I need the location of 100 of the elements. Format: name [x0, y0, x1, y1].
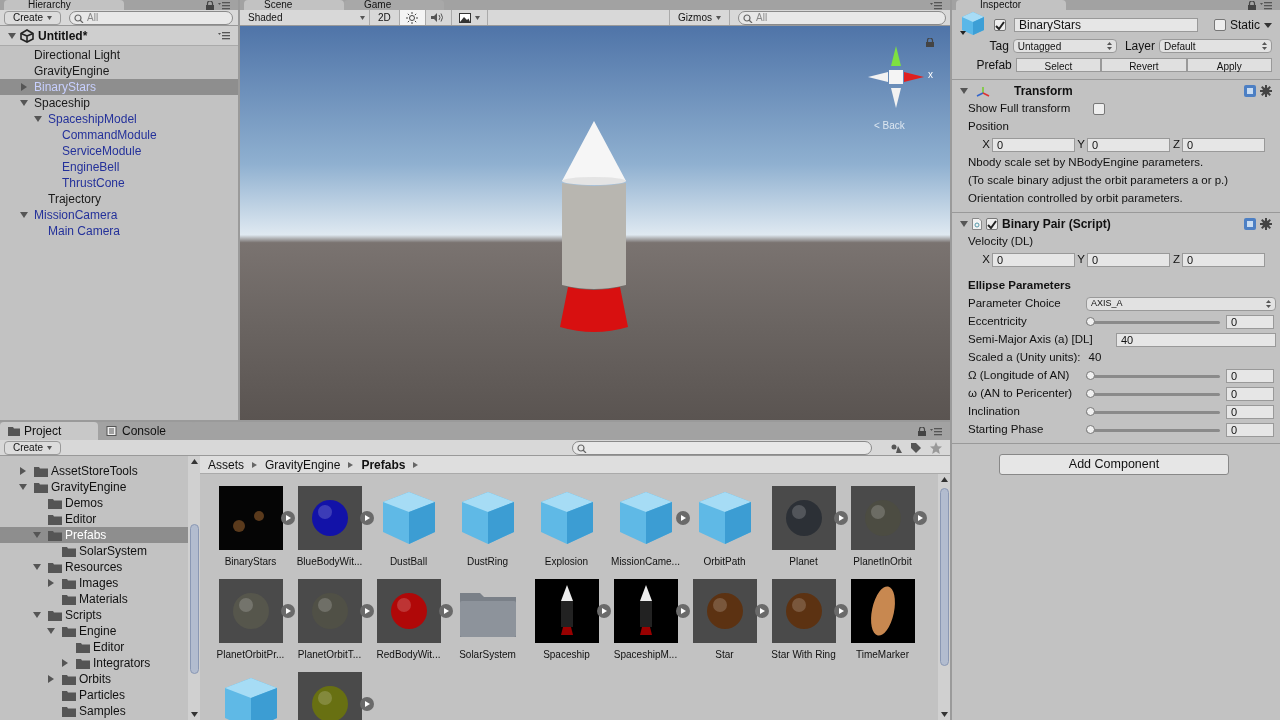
expand-arrow-icon[interactable] — [19, 467, 27, 475]
folder-item[interactable]: SolarSystem — [0, 543, 188, 559]
static-checkbox[interactable] — [1214, 19, 1226, 31]
scroll-up-icon[interactable] — [190, 459, 198, 464]
folder-item[interactable]: Integrators — [0, 655, 188, 671]
asset-thumbnail[interactable] — [297, 486, 362, 550]
scroll-down-icon[interactable] — [190, 712, 198, 717]
menu-icon[interactable] — [218, 31, 230, 40]
lock-icon[interactable] — [1248, 1, 1256, 10]
slider-thumb[interactable] — [1086, 424, 1095, 434]
menu-icon[interactable] — [1260, 1, 1272, 10]
panel-tab[interactable]: Project — [0, 422, 98, 440]
menu-icon[interactable] — [930, 2, 942, 10]
lock-icon[interactable] — [918, 427, 926, 436]
collapse-arrow-icon[interactable] — [960, 87, 968, 95]
search-field[interactable]: All — [69, 10, 233, 25]
folder-item[interactable]: GravityEngine — [0, 479, 188, 495]
hierarchy-item[interactable]: Trajectory — [0, 191, 238, 207]
number-field[interactable]: 0 — [1226, 423, 1274, 437]
object-name-field[interactable]: BinaryStars — [1014, 18, 1198, 32]
menu-icon[interactable] — [930, 427, 942, 436]
add-component-button[interactable]: Add Component — [999, 454, 1229, 475]
hierarchy-item[interactable]: SpaceshipModel — [0, 111, 238, 127]
create-button[interactable]: Create — [4, 10, 61, 25]
mode-2d-button[interactable]: 2D — [370, 10, 400, 25]
asset-thumbnail[interactable] — [771, 579, 836, 643]
hierarchy-item[interactable]: MissionCamera — [0, 207, 238, 223]
hierarchy-item[interactable]: Directional Light — [0, 47, 238, 63]
folder-item[interactable]: Particles — [0, 687, 188, 703]
folder-item[interactable]: Editor — [0, 639, 188, 655]
scroll-thumb[interactable] — [939, 488, 949, 666]
gear-icon[interactable] — [1260, 85, 1272, 97]
panel-tab[interactable]: Game — [344, 0, 444, 10]
asset-thumbnail[interactable] — [692, 579, 757, 643]
collapse-arrow-icon[interactable] — [47, 627, 55, 635]
hierarchy-item[interactable]: ThrustCone — [0, 175, 238, 191]
prefab-button[interactable]: Select — [1015, 58, 1102, 72]
scroll-up-icon[interactable] — [940, 477, 948, 482]
gear-icon[interactable] — [1260, 218, 1272, 230]
menu-icon[interactable] — [218, 1, 230, 10]
lighting-toggle[interactable] — [399, 10, 426, 25]
number-field[interactable]: 0 — [1087, 138, 1170, 152]
scrollbar[interactable] — [938, 474, 950, 720]
active-checkbox[interactable] — [994, 19, 1006, 31]
asset-thumbnail[interactable] — [218, 486, 283, 550]
asset-thumbnail[interactable] — [850, 579, 915, 643]
number-field[interactable]: 0 — [1087, 253, 1170, 267]
expand-arrow-icon[interactable] — [61, 659, 69, 667]
panel-tab[interactable]: Inspector — [956, 0, 1066, 10]
asset-thumbnail[interactable] — [297, 672, 362, 720]
hierarchy-item[interactable]: ServiceModule — [0, 143, 238, 159]
asset-thumbnail[interactable] — [218, 579, 283, 643]
hierarchy-item[interactable]: CommandModule — [0, 127, 238, 143]
slider-track[interactable] — [1086, 428, 1220, 432]
number-field[interactable]: 40 — [1116, 333, 1276, 347]
prefab-button[interactable]: Revert — [1101, 58, 1187, 72]
number-field[interactable]: 0 — [992, 138, 1075, 152]
folder-item[interactable]: Editor — [0, 511, 188, 527]
folder-item[interactable]: Scripts — [0, 607, 188, 623]
slider-track[interactable] — [1086, 410, 1220, 414]
collapse-arrow-icon[interactable] — [960, 220, 968, 228]
number-field[interactable]: 0 — [1182, 138, 1265, 152]
number-field[interactable]: 0 — [1226, 315, 1274, 329]
collapse-arrow-icon[interactable] — [34, 115, 42, 123]
breadcrumb-link[interactable]: Assets — [208, 455, 244, 474]
number-field[interactable]: 0 — [1226, 369, 1274, 383]
folder-item[interactable]: Samples — [0, 703, 188, 719]
collapse-arrow-icon[interactable] — [33, 531, 41, 539]
create-button[interactable]: Create — [4, 440, 61, 455]
star-icon[interactable] — [930, 441, 942, 454]
enabled-checkbox[interactable] — [986, 218, 998, 230]
prefab-button[interactable]: Apply — [1186, 58, 1272, 72]
search-field[interactable] — [572, 440, 872, 455]
tag-icon[interactable] — [910, 441, 922, 454]
shading-dropdown[interactable]: Shaded — [244, 10, 370, 25]
collapse-arrow-icon[interactable] — [8, 31, 16, 40]
caret-icon[interactable] — [1264, 22, 1272, 28]
slider-thumb[interactable] — [1086, 388, 1095, 398]
folder-item[interactable]: Images — [0, 575, 188, 591]
expand-arrow-icon[interactable] — [47, 675, 55, 683]
number-field[interactable]: 0 — [992, 253, 1075, 267]
asset-thumbnail[interactable] — [850, 486, 915, 550]
folder-item[interactable]: Materials — [0, 591, 188, 607]
asset-thumbnail[interactable] — [534, 579, 599, 643]
hierarchy-item[interactable]: EngineBell — [0, 159, 238, 175]
asset-thumbnail[interactable] — [376, 579, 441, 643]
checkbox[interactable] — [1093, 103, 1105, 115]
collapse-arrow-icon[interactable] — [19, 483, 27, 491]
search-field[interactable]: All — [738, 10, 946, 25]
slider-thumb[interactable] — [1086, 316, 1095, 326]
slider-track[interactable] — [1086, 320, 1220, 324]
number-field[interactable]: 0 — [1226, 387, 1274, 401]
number-field[interactable]: 0 — [1226, 405, 1274, 419]
hierarchy-item[interactable]: Main Camera — [0, 223, 238, 239]
hierarchy-item[interactable]: Spaceship — [0, 95, 238, 111]
layer-dropdown[interactable]: Default — [1158, 39, 1272, 53]
folder-item[interactable]: AssetStoreTools — [0, 463, 188, 479]
expand-arrow-icon[interactable] — [20, 83, 28, 91]
lock-icon[interactable] — [926, 38, 934, 47]
asset-thumbnail[interactable] — [771, 486, 836, 550]
